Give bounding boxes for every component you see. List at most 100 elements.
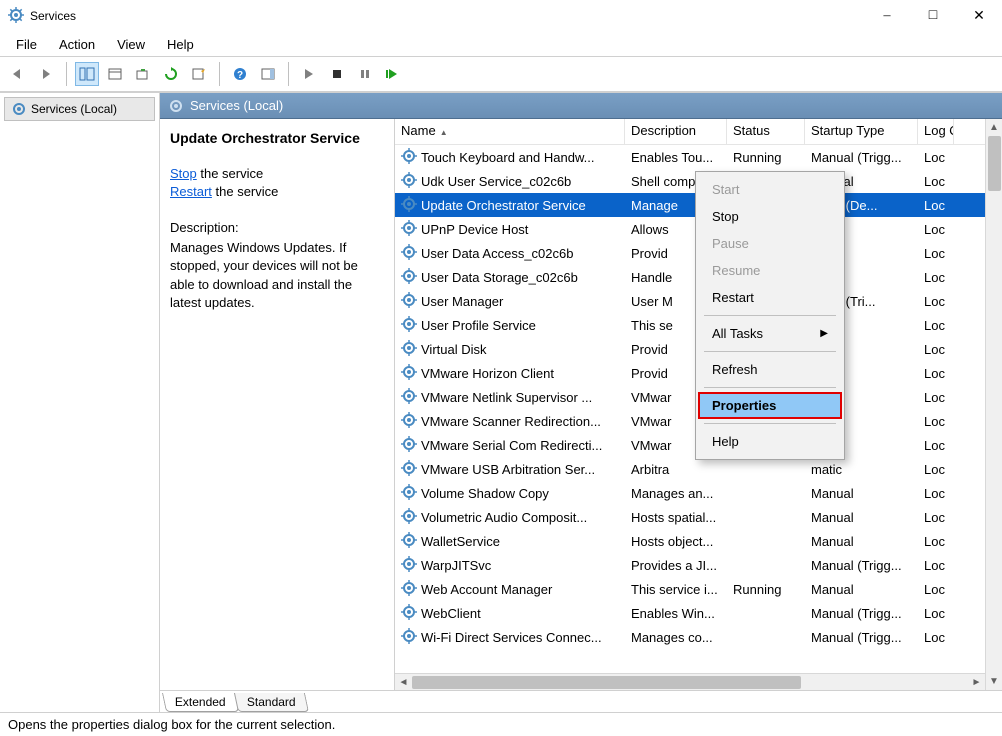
table-row[interactable]: VMware USB Arbitration Ser...Arbitramati… bbox=[395, 457, 985, 481]
column-description[interactable]: Description bbox=[625, 119, 727, 144]
table-row[interactable]: Volume Shadow CopyManages an...ManualLoc bbox=[395, 481, 985, 505]
column-name[interactable]: Name▲ bbox=[395, 119, 625, 144]
gear-icon bbox=[401, 316, 417, 335]
action-pane-button[interactable] bbox=[256, 62, 280, 86]
context-menu-item[interactable]: Stop bbox=[698, 203, 842, 230]
help-button[interactable]: ? bbox=[228, 62, 252, 86]
table-row[interactable]: WarpJITSvcProvides a JI...Manual (Trigg.… bbox=[395, 553, 985, 577]
gear-icon bbox=[401, 484, 417, 503]
table-row[interactable]: Web Account ManagerThis service i...Runn… bbox=[395, 577, 985, 601]
minimize-button[interactable]: – bbox=[864, 0, 910, 32]
service-logon-cell: Loc bbox=[918, 582, 954, 597]
table-row[interactable]: VMware Serial Com Redirecti...VMwarmatic… bbox=[395, 433, 985, 457]
gear-icon bbox=[401, 292, 417, 311]
service-startup-cell: matic bbox=[805, 462, 918, 477]
nav-forward-button[interactable] bbox=[34, 62, 58, 86]
service-name-cell: User Data Storage_c02c6b bbox=[421, 270, 578, 285]
context-menu-item[interactable]: All Tasks▶ bbox=[698, 320, 842, 347]
context-menu-item[interactable]: Help bbox=[698, 428, 842, 455]
service-logon-cell: Loc bbox=[918, 606, 954, 621]
table-row[interactable]: Udk User Service_c02c6bShell compo...Man… bbox=[395, 169, 985, 193]
menu-view[interactable]: View bbox=[109, 35, 153, 54]
close-button[interactable]: ✕ bbox=[956, 0, 1002, 32]
table-row[interactable]: WalletServiceHosts object...ManualLoc bbox=[395, 529, 985, 553]
horizontal-scrollbar[interactable]: ◄ ► bbox=[395, 673, 985, 690]
tree-root-item[interactable]: Services (Local) bbox=[4, 97, 155, 121]
service-name-cell: User Data Access_c02c6b bbox=[421, 246, 573, 261]
context-menu-item[interactable]: Properties bbox=[698, 392, 842, 419]
service-name-cell: Volume Shadow Copy bbox=[421, 486, 549, 501]
table-row[interactable]: VMware Horizon ClientProvidmaticLoc bbox=[395, 361, 985, 385]
context-menu-item[interactable]: Restart bbox=[698, 284, 842, 311]
hscroll-thumb[interactable] bbox=[412, 676, 801, 689]
vscroll-thumb[interactable] bbox=[988, 136, 1001, 191]
service-startup-cell: Manual (Trigg... bbox=[805, 150, 918, 165]
stop-service-button[interactable] bbox=[325, 62, 349, 86]
table-row[interactable]: Virtual DiskProvidalLoc bbox=[395, 337, 985, 361]
gear-icon bbox=[401, 196, 417, 215]
stop-link[interactable]: Stop bbox=[170, 166, 197, 181]
table-row[interactable]: User ManagerUser Mmatic (Tri...Loc bbox=[395, 289, 985, 313]
table-row[interactable]: Update Orchestrator ServiceManagematic (… bbox=[395, 193, 985, 217]
service-name-cell: VMware Serial Com Redirecti... bbox=[421, 438, 602, 453]
table-row[interactable]: User Profile ServiceThis sematicLoc bbox=[395, 313, 985, 337]
gear-icon bbox=[401, 508, 417, 527]
restart-service-button[interactable] bbox=[381, 62, 405, 86]
status-bar: Opens the properties dialog box for the … bbox=[0, 712, 1002, 736]
export-button[interactable] bbox=[187, 62, 211, 86]
service-desc-cell: Hosts object... bbox=[625, 534, 727, 549]
scroll-up-icon[interactable]: ▲ bbox=[986, 119, 1002, 136]
tree-root-label: Services (Local) bbox=[31, 102, 117, 116]
column-startup[interactable]: Startup Type bbox=[805, 119, 918, 144]
service-name-cell: Wi-Fi Direct Services Connec... bbox=[421, 630, 602, 645]
service-list[interactable]: Touch Keyboard and Handw...Enables Tou..… bbox=[395, 145, 985, 673]
window-title: Services bbox=[30, 9, 864, 23]
menu-separator bbox=[704, 315, 836, 316]
service-name-cell: VMware Scanner Redirection... bbox=[421, 414, 601, 429]
maximize-button[interactable]: □ bbox=[910, 0, 956, 32]
table-row[interactable]: User Data Storage_c02c6bHandlealLoc bbox=[395, 265, 985, 289]
column-status[interactable]: Status bbox=[727, 119, 805, 144]
properties-button[interactable] bbox=[103, 62, 127, 86]
service-status-cell: Running bbox=[727, 582, 805, 597]
table-row[interactable]: Wi-Fi Direct Services Connec...Manages c… bbox=[395, 625, 985, 649]
show-hide-tree-button[interactable] bbox=[75, 62, 99, 86]
vertical-scrollbar[interactable]: ▲ ▼ bbox=[985, 119, 1002, 690]
service-logon-cell: Loc bbox=[918, 486, 954, 501]
restart-link[interactable]: Restart bbox=[170, 184, 212, 199]
service-logon-cell: Loc bbox=[918, 534, 954, 549]
scroll-left-icon[interactable]: ◄ bbox=[395, 674, 412, 691]
table-row[interactable]: User Data Access_c02c6bProvidalLoc bbox=[395, 241, 985, 265]
scroll-right-icon[interactable]: ► bbox=[968, 674, 985, 691]
refresh-button[interactable] bbox=[159, 62, 183, 86]
service-list-wrap: Name▲ Description Status Startup Type Lo… bbox=[395, 119, 1002, 690]
table-row[interactable]: Touch Keyboard and Handw...Enables Tou..… bbox=[395, 145, 985, 169]
sort-asc-icon: ▲ bbox=[440, 128, 448, 137]
tab-extended[interactable]: Extended bbox=[162, 693, 239, 712]
service-startup-cell: Manual (Trigg... bbox=[805, 558, 918, 573]
menu-file[interactable]: File bbox=[8, 35, 45, 54]
start-service-button[interactable] bbox=[297, 62, 321, 86]
menu-help[interactable]: Help bbox=[159, 35, 202, 54]
table-row[interactable]: Volumetric Audio Composit...Hosts spatia… bbox=[395, 505, 985, 529]
pause-service-button[interactable] bbox=[353, 62, 377, 86]
scroll-down-icon[interactable]: ▼ bbox=[986, 673, 1002, 690]
context-menu-item[interactable]: Refresh bbox=[698, 356, 842, 383]
service-logon-cell: Loc bbox=[918, 174, 954, 189]
menu-action[interactable]: Action bbox=[51, 35, 103, 54]
table-row[interactable]: VMware Netlink Supervisor ...VMwarmaticL… bbox=[395, 385, 985, 409]
gear-icon bbox=[401, 148, 417, 167]
table-row[interactable]: UPnP Device HostAllowsalLoc bbox=[395, 217, 985, 241]
nav-back-button[interactable] bbox=[6, 62, 30, 86]
content-pane: Services (Local) Update Orchestrator Ser… bbox=[160, 93, 1002, 712]
table-row[interactable]: WebClientEnables Win...Manual (Trigg...L… bbox=[395, 601, 985, 625]
export-list-button[interactable] bbox=[131, 62, 155, 86]
tab-standard[interactable]: Standard bbox=[234, 693, 309, 712]
gear-icon bbox=[401, 628, 417, 647]
main-area: Services (Local) Services (Local) Update… bbox=[0, 92, 1002, 712]
service-desc-cell: Enables Tou... bbox=[625, 150, 727, 165]
service-name-cell: WalletService bbox=[421, 534, 500, 549]
service-logon-cell: Loc bbox=[918, 342, 954, 357]
column-logon[interactable]: Log On As bbox=[918, 119, 954, 144]
table-row[interactable]: VMware Scanner Redirection...VMwarmaticL… bbox=[395, 409, 985, 433]
